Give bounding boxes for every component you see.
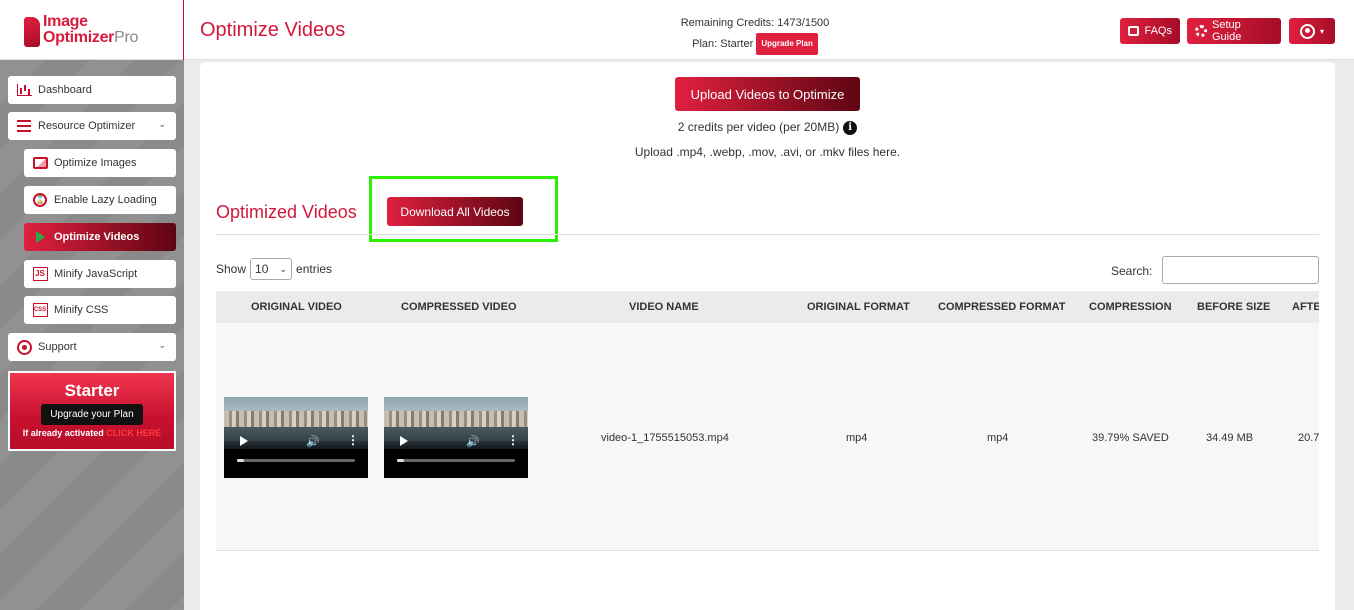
more-options-icon[interactable]: ⋮ <box>347 433 359 447</box>
play-icon <box>35 231 45 243</box>
logo-line1: Image <box>43 13 88 30</box>
chat-icon <box>1128 26 1140 36</box>
more-options-icon[interactable]: ⋮ <box>507 433 519 447</box>
lazy-load-icon: ⌛ <box>33 193 47 207</box>
sidebar-item-resource-optimizer[interactable]: Resource Optimizer ⌄ <box>8 112 176 140</box>
faqs-label: FAQs <box>1144 25 1172 37</box>
search-label: Search: <box>1111 264 1153 278</box>
sidebar-item-optimize-videos[interactable]: Optimize Videos <box>24 223 176 251</box>
logo-line2: Optimizer <box>43 29 115 46</box>
upgrade-plan-button[interactable]: Upgrade your Plan <box>41 404 143 425</box>
js-file-icon: JS <box>32 267 48 281</box>
chevron-down-icon: ⌄ <box>158 119 166 129</box>
chevron-down-icon: ⌄ <box>279 263 288 274</box>
setup-guide-button[interactable]: Setup Guide <box>1187 18 1281 44</box>
column-header[interactable]: ORIGINAL VIDEO <box>251 301 342 313</box>
logo-icon <box>24 17 40 47</box>
upload-videos-button[interactable]: Upload Videos to Optimize <box>675 77 860 111</box>
divider <box>216 234 1319 235</box>
faqs-button[interactable]: FAQs <box>1120 18 1180 44</box>
chevron-down-icon: ⌄ <box>158 340 166 350</box>
sidebar-item-label: Minify CSS <box>54 304 109 316</box>
remaining-credits: Remaining Credits: 1473/1500 <box>680 17 830 29</box>
image-icon <box>32 157 48 169</box>
play-icon[interactable] <box>240 436 248 446</box>
sidebar-item-optimize-images[interactable]: Optimize Images <box>24 149 176 177</box>
promo-title: Starter <box>64 381 120 400</box>
sidebar-item-minify-javascript[interactable]: JS Minify JavaScript <box>24 260 176 288</box>
sidebar-item-label: Optimize Videos <box>54 231 140 243</box>
sidebar-item-dashboard[interactable]: Dashboard <box>8 76 176 104</box>
page-size-select[interactable]: 10 ⌄ <box>250 258 293 280</box>
table-header: ORIGINAL VIDEO COMPRESSED VIDEO VIDEO NA… <box>216 291 1319 323</box>
compressed-format-cell: mp4 <box>987 432 1009 444</box>
logo-suffix: Pro <box>114 29 139 46</box>
top-header: Image OptimizerPro Optimize Videos Remai… <box>0 0 1354 60</box>
volume-icon[interactable]: 🔊 <box>306 435 320 448</box>
original-format-cell: mp4 <box>846 432 868 444</box>
show-label: Show <box>216 262 247 276</box>
click-here-link[interactable]: CLICK HERE <box>106 428 161 438</box>
play-icon[interactable] <box>400 436 408 446</box>
plan-label: Plan: Starter <box>692 37 754 50</box>
entries-label: entries <box>296 262 333 276</box>
credits-per-video-note: 2 credits per video (per 20MB) <box>677 120 840 134</box>
sidebar-item-label: Support <box>38 341 77 353</box>
column-header[interactable]: VIDEO NAME <box>629 301 699 313</box>
setup-guide-label: Setup Guide <box>1211 19 1242 43</box>
column-header[interactable]: AFTE <box>1292 301 1319 313</box>
plan-promo-card: Starter Upgrade your Plan If already act… <box>8 371 176 451</box>
sidebar-item-support[interactable]: Support ⌄ <box>8 333 176 361</box>
sidebar: Dashboard Resource Optimizer ⌄ Optimize … <box>0 60 184 610</box>
info-icon[interactable]: i <box>843 120 858 135</box>
bar-chart-icon <box>16 84 32 96</box>
column-header[interactable]: BEFORE SIZE <box>1197 301 1270 313</box>
show-entries-control: Show 10 ⌄ entries <box>216 258 332 280</box>
video-name-cell: video-1_1755515053.mp4 <box>601 432 729 444</box>
upload-formats-note: Upload .mp4, .webp, .mov, .avi, or .mkv … <box>634 145 901 159</box>
sidebar-item-label: Minify JavaScript <box>54 268 138 280</box>
compression-cell: 39.79% SAVED <box>1092 432 1169 444</box>
page-size-value: 10 <box>255 262 269 276</box>
column-header[interactable]: COMPRESSION <box>1089 301 1172 313</box>
column-header[interactable]: COMPRESSED VIDEO <box>401 301 517 313</box>
video-progress-bar[interactable] <box>397 459 515 462</box>
page-title: Optimize Videos <box>200 19 346 41</box>
search-input[interactable] <box>1162 256 1319 284</box>
list-icon <box>17 120 31 132</box>
sidebar-item-lazy-loading[interactable]: ⌛ Enable Lazy Loading <box>24 186 176 214</box>
sidebar-item-minify-css[interactable]: CSS Minify CSS <box>24 296 176 324</box>
user-icon <box>1299 23 1315 39</box>
credits-info: Remaining Credits: 1473/1500 Plan: Start… <box>640 13 870 55</box>
column-header[interactable]: COMPRESSED FORMAT <box>938 301 1066 313</box>
sidebar-item-label: Enable Lazy Loading <box>54 194 157 206</box>
after-size-cell: 20.7 <box>1298 432 1319 444</box>
original-video-player[interactable]: 🔊 ⋮ <box>224 397 368 478</box>
css-file-icon: CSS <box>32 303 48 317</box>
table-row: 🔊 ⋮ 🔊 ⋮ video-1_1755515053.mp4 mp4 mp4 3… <box>216 323 1319 551</box>
main-panel: Upload Videos to Optimize 2 credits per … <box>200 62 1335 610</box>
gear-icon <box>1195 25 1207 37</box>
promo-note: If already activated <box>22 428 104 438</box>
user-menu-button[interactable]: ▾ <box>1289 18 1335 44</box>
videos-table: ORIGINAL VIDEO COMPRESSED VIDEO VIDEO NA… <box>216 291 1319 551</box>
column-header[interactable]: ORIGINAL FORMAT <box>807 301 910 313</box>
caret-down-icon: ▾ <box>1319 26 1324 36</box>
before-size-cell: 34.49 MB <box>1206 432 1254 444</box>
compressed-video-player[interactable]: 🔊 ⋮ <box>384 397 528 478</box>
highlight-box <box>369 176 558 242</box>
upgrade-plan-badge[interactable]: Upgrade Plan <box>756 33 818 55</box>
brand-logo[interactable]: Image OptimizerPro <box>0 0 184 60</box>
video-progress-bar[interactable] <box>237 459 355 462</box>
sidebar-item-label: Dashboard <box>38 84 92 96</box>
optimized-videos-title: Optimized Videos <box>216 202 357 222</box>
sidebar-item-label: Resource Optimizer <box>38 120 136 132</box>
sidebar-item-label: Optimize Images <box>54 157 137 169</box>
support-icon <box>16 339 32 355</box>
volume-icon[interactable]: 🔊 <box>466 435 480 448</box>
